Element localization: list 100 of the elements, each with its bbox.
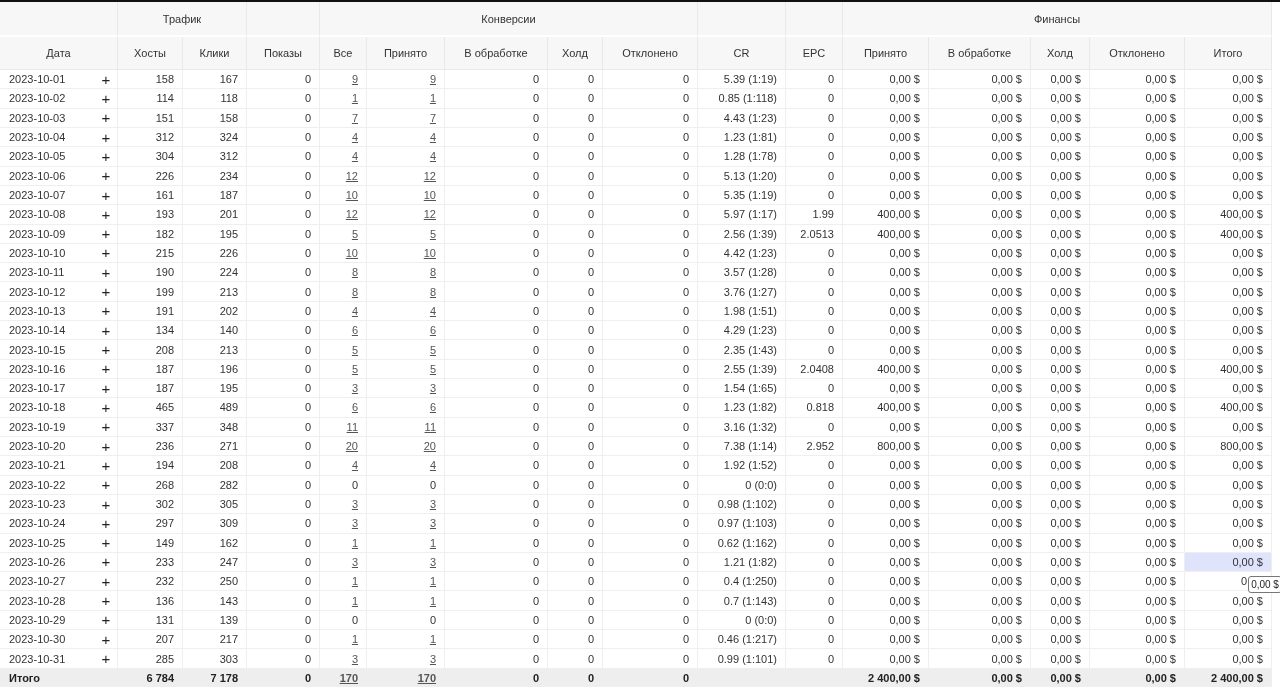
expand-button[interactable]: + [101, 129, 111, 145]
column-header[interactable]: Холд [548, 37, 603, 70]
expand-button[interactable]: + [101, 399, 111, 415]
conversions-link[interactable]: 3 [351, 517, 358, 530]
conversions-link[interactable]: 9 [429, 73, 436, 86]
conversions-link[interactable]: 5 [351, 227, 358, 240]
expand-button[interactable]: + [101, 496, 111, 512]
conversions-link[interactable]: 11 [424, 420, 436, 433]
expand-button[interactable]: + [101, 168, 111, 184]
expand-button[interactable]: + [101, 612, 111, 628]
conversions-link[interactable]: 5 [429, 227, 436, 240]
expand-button[interactable]: + [101, 245, 111, 261]
expand-button[interactable]: + [101, 651, 111, 667]
conversions-link[interactable]: 5 [429, 343, 436, 356]
conversions-link[interactable]: 3 [429, 382, 436, 395]
expand-button[interactable]: + [101, 593, 111, 609]
conversions-link[interactable]: 8 [351, 285, 358, 298]
column-header[interactable]: Принято [843, 37, 929, 70]
expand-button[interactable]: + [101, 361, 111, 377]
expand-button[interactable]: + [101, 573, 111, 589]
expand-button[interactable]: + [101, 110, 111, 126]
column-header[interactable]: Показы [247, 37, 320, 70]
conversions-link[interactable]: 11 [346, 420, 358, 433]
conversions-link[interactable]: 7 [351, 111, 358, 124]
conversions-link[interactable]: 7 [429, 111, 436, 124]
expand-button[interactable]: + [101, 380, 111, 396]
conversions-link[interactable]: 4 [429, 150, 436, 163]
expand-button[interactable]: + [101, 90, 111, 106]
conversions-link[interactable]: 8 [429, 285, 436, 298]
conversions-link[interactable]: 3 [429, 652, 436, 665]
column-header[interactable]: CR [698, 37, 786, 70]
column-header[interactable]: Отклонено [603, 37, 698, 70]
column-header[interactable]: Принято [367, 37, 445, 70]
conversions-link[interactable]: 6 [351, 401, 358, 414]
conversions-link[interactable]: 12 [345, 169, 358, 182]
conversions-link[interactable]: 1 [429, 575, 436, 588]
expand-button[interactable]: + [101, 419, 111, 435]
conversions-link[interactable]: 6 [351, 324, 358, 337]
conversions-link[interactable]: 1 [351, 633, 358, 646]
conversions-link[interactable]: 1 [351, 536, 358, 549]
conversions-link[interactable]: 1 [351, 92, 358, 105]
expand-button[interactable]: + [101, 477, 111, 493]
expand-button[interactable]: + [101, 206, 111, 222]
expand-button[interactable]: + [101, 535, 111, 551]
expand-button[interactable]: + [101, 438, 111, 454]
expand-button[interactable]: + [101, 226, 111, 242]
expand-button[interactable]: + [101, 631, 111, 647]
conversions-link[interactable]: 10 [423, 189, 436, 202]
conversions-link[interactable]: 10 [345, 189, 358, 202]
conversions-link[interactable]: 4 [351, 150, 358, 163]
conversions-link[interactable]: 3 [429, 555, 436, 568]
conversions-link[interactable]: 1 [429, 536, 436, 549]
conversions-link[interactable]: 6 [429, 324, 436, 337]
expand-button[interactable]: + [101, 148, 111, 164]
conversions-link[interactable]: 12 [345, 208, 358, 221]
conversions-link[interactable]: 1 [351, 594, 358, 607]
expand-button[interactable]: + [101, 284, 111, 300]
column-header[interactable]: В обработке [929, 37, 1031, 70]
expand-button[interactable]: + [101, 303, 111, 319]
expand-button[interactable]: + [101, 187, 111, 203]
conversions-link[interactable]: 1 [429, 594, 436, 607]
conversions-link[interactable]: 8 [351, 266, 358, 279]
expand-button[interactable]: + [101, 515, 111, 531]
column-header[interactable]: Отклонено [1090, 37, 1185, 70]
conversions-link[interactable]: 3 [351, 555, 358, 568]
expand-button[interactable]: + [101, 322, 111, 338]
conversions-link[interactable]: 1 [351, 575, 358, 588]
column-header[interactable]: Итого [1185, 37, 1272, 70]
expand-button[interactable]: + [101, 71, 111, 87]
column-header[interactable]: В обработке [445, 37, 548, 70]
conversions-link[interactable]: 4 [429, 459, 436, 472]
conversions-link[interactable]: 5 [351, 362, 358, 375]
conversions-link[interactable]: 4 [429, 131, 436, 144]
conversions-link[interactable]: 20 [423, 440, 436, 453]
conversions-link[interactable]: 6 [429, 401, 436, 414]
conversions-link[interactable]: 8 [429, 266, 436, 279]
conversions-link[interactable]: 4 [351, 131, 358, 144]
expand-button[interactable]: + [101, 554, 111, 570]
conversions-link[interactable]: 10 [423, 246, 436, 259]
conversions-link[interactable]: 1 [429, 633, 436, 646]
conversions-link[interactable]: 12 [423, 208, 436, 221]
column-header[interactable]: Дата [0, 37, 118, 70]
conversions-link[interactable]: 5 [351, 343, 358, 356]
expand-button[interactable]: + [101, 342, 111, 358]
conversions-link[interactable]: 1 [429, 92, 436, 105]
conversions-link[interactable]: 10 [345, 246, 358, 259]
expand-button[interactable]: + [101, 457, 111, 473]
column-header[interactable]: Клики [183, 37, 247, 70]
conversions-link[interactable]: 4 [351, 459, 358, 472]
conversions-link[interactable]: 4 [429, 304, 436, 317]
conversions-link[interactable]: 3 [429, 498, 436, 511]
column-header[interactable]: Холд [1031, 37, 1090, 70]
conversions-link[interactable]: 3 [351, 498, 358, 511]
column-header[interactable]: Хосты [118, 37, 183, 70]
conversions-link[interactable]: 4 [351, 304, 358, 317]
conversions-link[interactable]: 170 [339, 671, 358, 684]
conversions-link[interactable]: 20 [345, 440, 358, 453]
column-header[interactable]: Все [320, 37, 367, 70]
conversions-link[interactable]: 9 [351, 73, 358, 86]
conversions-link[interactable]: 3 [351, 652, 358, 665]
